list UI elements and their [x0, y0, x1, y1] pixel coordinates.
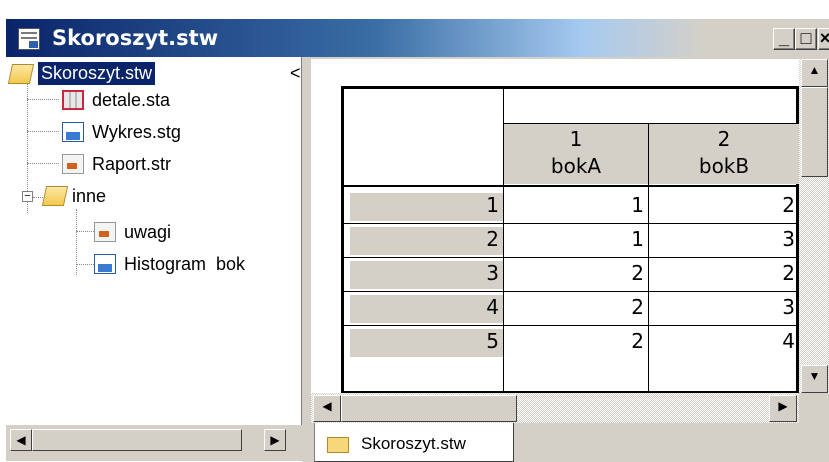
- graph-icon: [94, 254, 116, 274]
- column-number: 1: [569, 127, 583, 151]
- scroll-thumb[interactable]: [341, 395, 517, 422]
- data-cell[interactable]: 1: [504, 227, 648, 255]
- data-cell[interactable]: 3: [649, 295, 799, 323]
- scroll-right-button[interactable]: ▶: [769, 395, 797, 422]
- tree-item-label: Skoroszyt.stw: [38, 62, 156, 85]
- maximize-button[interactable]: □: [795, 28, 817, 50]
- workbook-window: Skoroszyt.stw _ □ × Skoroszyt.stw detale…: [5, 18, 829, 462]
- folder-open-icon: [41, 186, 69, 206]
- tab-label: Skoroszyt.stw: [361, 434, 466, 453]
- title-bar[interactable]: Skoroszyt.stw _ □ ×: [6, 19, 829, 57]
- tree-item-label: Wykres.stg: [92, 122, 181, 142]
- sheet-vertical-scrollbar[interactable]: ▲ ▼: [799, 59, 829, 393]
- data-cell[interactable]: 4: [649, 329, 799, 357]
- data-cell[interactable]: 2: [649, 261, 799, 289]
- data-cell[interactable]: 2: [504, 329, 648, 357]
- scroll-thumb[interactable]: [32, 429, 242, 451]
- folder-icon: [327, 437, 349, 453]
- row-header[interactable]: 2: [350, 227, 503, 255]
- data-cell[interactable]: 2: [649, 193, 799, 221]
- scroll-left-button[interactable]: ◀: [313, 395, 341, 422]
- scroll-up-button[interactable]: ▲: [801, 59, 828, 87]
- scroll-left-button[interactable]: ◀: [10, 429, 32, 451]
- sheet-horizontal-scrollbar[interactable]: ◀ ▶: [311, 393, 799, 423]
- spreadsheet-pane: 1 bokA 2 bokB 1 1 2 2 1 3 3 2 2 4 2 3 5 …: [311, 59, 799, 394]
- workbook-icon: [18, 28, 40, 50]
- row-header[interactable]: 5: [350, 329, 503, 357]
- scroll-down-button[interactable]: ▼: [801, 365, 828, 393]
- scroll-thumb[interactable]: [801, 87, 828, 177]
- window-title: Skoroszyt.stw: [52, 26, 219, 50]
- tree-item-label: inne: [72, 186, 107, 206]
- data-cell[interactable]: 2: [504, 295, 648, 323]
- folder-open-icon: [7, 64, 35, 84]
- column-name: bokB: [698, 154, 750, 178]
- report-icon: [62, 154, 84, 174]
- column-header-2[interactable]: 2 bokB: [649, 124, 799, 184]
- row-header[interactable]: 1: [350, 193, 503, 221]
- tree-item-label: Histogram bok: [124, 254, 246, 274]
- column-number: 2: [717, 127, 731, 151]
- data-cell[interactable]: 2: [504, 261, 648, 289]
- tab-skoroszyt[interactable]: Skoroszyt.stw: [314, 423, 514, 462]
- scroll-right-button[interactable]: ▶: [264, 429, 286, 451]
- tree-item-label: detale.sta: [92, 90, 171, 110]
- row-header[interactable]: 3: [350, 261, 503, 289]
- graph-icon: [62, 122, 84, 142]
- workbook-tab-bar: Skoroszyt.stw: [302, 423, 829, 462]
- report-icon: [94, 222, 116, 242]
- minimize-button[interactable]: _: [773, 28, 795, 50]
- row-header[interactable]: 4: [350, 295, 503, 323]
- collapse-pane-button[interactable]: <: [290, 63, 301, 84]
- workbook-tree: Skoroszyt.stw detale.sta Wykres.stg Rapo…: [6, 57, 302, 425]
- tree-horizontal-scrollbar[interactable]: ◀ ▶: [10, 429, 292, 451]
- tree-item-label: Raport.str: [92, 154, 172, 174]
- collapse-expander[interactable]: −: [22, 191, 33, 202]
- data-cell[interactable]: 3: [649, 227, 799, 255]
- column-name: bokA: [550, 154, 602, 178]
- spreadsheet-grid: 1 bokA 2 bokB 1 1 2 2 1 3 3 2 2 4 2 3 5 …: [341, 86, 799, 394]
- tree-item-label: uwagi: [124, 222, 172, 242]
- data-cell[interactable]: 1: [504, 193, 648, 221]
- column-header-1[interactable]: 1 bokA: [504, 124, 648, 184]
- close-button[interactable]: ×: [818, 28, 829, 50]
- scroll-corner: [799, 393, 829, 423]
- spreadsheet-icon: [62, 90, 84, 110]
